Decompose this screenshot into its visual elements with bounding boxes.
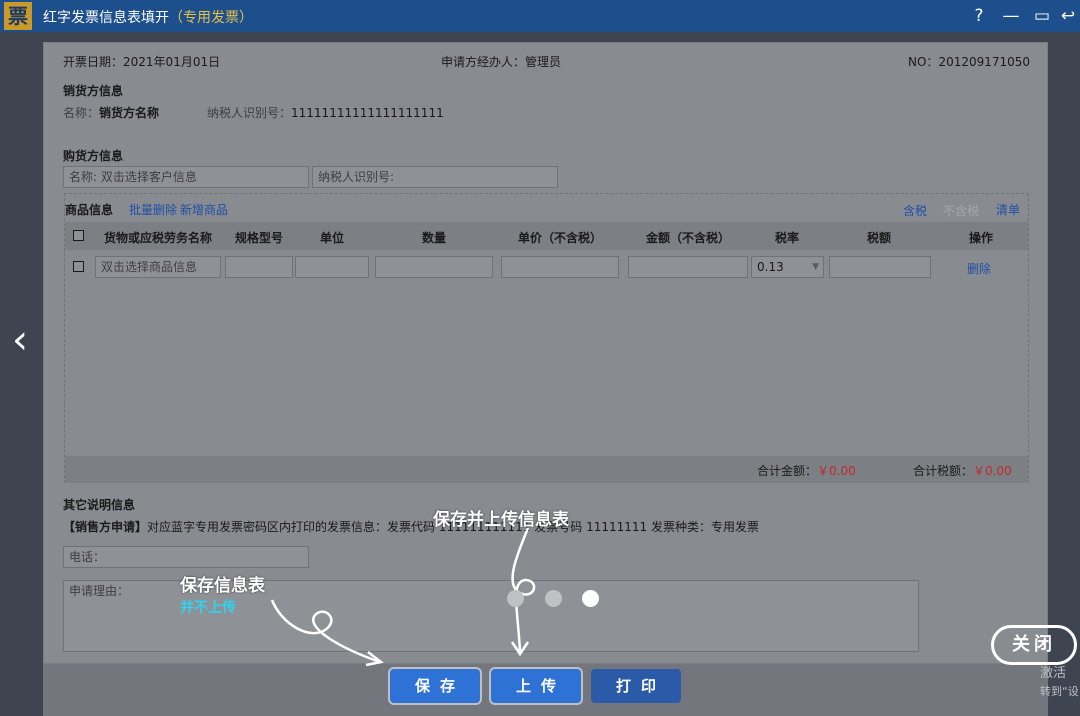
save-annotation: 保存信息表 <box>180 576 265 596</box>
save-annotation-sub: 并不上传 <box>180 600 236 616</box>
annotation-arrows <box>270 527 536 667</box>
close-button[interactable]: 关闭 <box>991 625 1077 665</box>
watermark-line-1: 激活 <box>1040 666 1067 681</box>
carousel-dot-2[interactable] <box>545 590 562 607</box>
arrow-to-save <box>270 599 381 664</box>
carousel-dot-1[interactable] <box>507 590 524 607</box>
carousel-dot-3-active[interactable] <box>582 590 599 607</box>
save-upload-annotation: 保存并上传信息表 <box>433 510 569 530</box>
watermark-line-2: 转到“设 <box>1040 685 1079 698</box>
